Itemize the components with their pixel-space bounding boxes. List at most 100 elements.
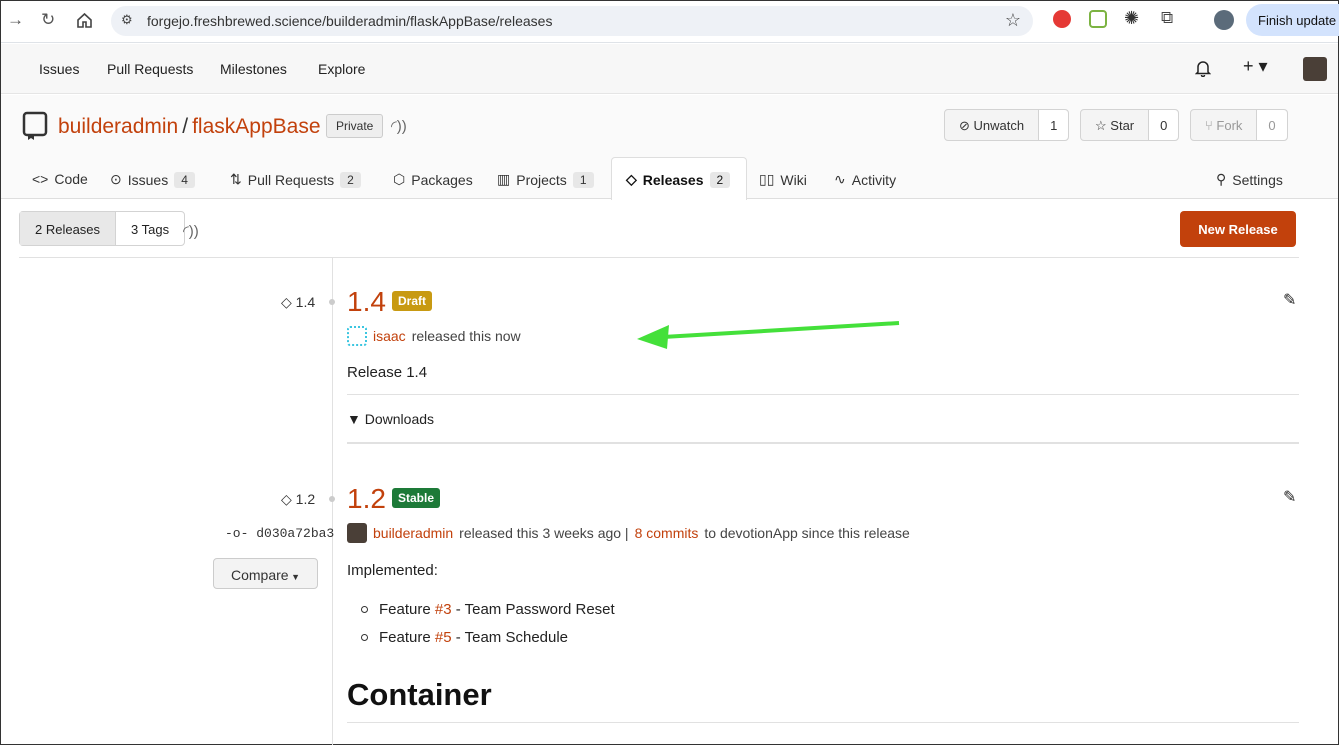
tab-issues-count: 4 — [174, 171, 195, 188]
feature-prefix: Feature — [379, 601, 431, 618]
edit-pencil-icon[interactable]: ✎ — [1283, 487, 1296, 507]
tab-releases-count: 2 — [709, 171, 731, 188]
release-tag-label[interactable]: ◇ 1.4 — [281, 294, 315, 311]
notes-divider — [347, 394, 1299, 395]
edit-pencil-icon[interactable]: ✎ — [1283, 290, 1296, 310]
isaac-avatar[interactable] — [347, 326, 367, 346]
fork-button[interactable]: ⑂ Fork 0 — [1190, 109, 1288, 141]
tag-icon: ◇ — [281, 491, 296, 507]
tab-activity-label: Activity — [851, 171, 897, 188]
compare-label: Compare — [230, 567, 289, 583]
releases-toggle[interactable]: 2 Releases — [20, 212, 117, 245]
unwatch-label: Unwatch — [973, 118, 1025, 133]
release-title[interactable]: 1.4 — [347, 286, 386, 318]
issue-link[interactable]: #5 — [435, 629, 452, 646]
feature-desc: - Team Password Reset — [455, 601, 615, 618]
private-badge: Private — [326, 114, 384, 138]
fork-count: 0 — [1257, 110, 1287, 140]
extension-gear-icon[interactable]: ✺ — [1124, 8, 1139, 29]
nav-explore[interactable]: Explore — [318, 61, 365, 77]
tab-pulls-count: 2 — [340, 171, 361, 188]
nav-milestones[interactable]: Milestones — [220, 61, 287, 77]
repo-name-link[interactable]: flaskAppBase — [192, 115, 320, 138]
notes-heading: Container — [347, 677, 492, 712]
url-text: forgejo.freshbrewed.science/builderadmin… — [147, 13, 553, 29]
extension-color-icon[interactable] — [1089, 10, 1107, 28]
project-board-icon: ▥ — [497, 171, 511, 187]
commits-suffix: to devotionApp since this release — [704, 525, 910, 541]
rss-feed-icon[interactable]: ◜)) — [391, 117, 407, 135]
tab-releases[interactable]: ◇ Releases 2 — [626, 171, 731, 188]
site-info-icon[interactable]: ⚙ — [121, 12, 133, 28]
wiki-book-icon: ▯▯ — [759, 171, 775, 187]
profile-avatar[interactable] — [1214, 10, 1234, 30]
feature-prefix: Feature — [379, 629, 431, 646]
tab-wiki-label: Wiki — [780, 171, 807, 188]
implemented-text: Implemented: — [347, 562, 438, 579]
reload-icon[interactable]: ↻ — [41, 10, 55, 30]
tab-pull-requests[interactable]: ⇅ Pull Requests 2 — [230, 171, 361, 188]
author-link[interactable]: isaac — [373, 328, 406, 344]
notification-bell-icon[interactable] — [1195, 59, 1211, 77]
repo-book-icon — [22, 111, 48, 140]
tab-projects-count: 1 — [572, 171, 594, 188]
tab-projects-label: Projects — [516, 171, 567, 188]
home-icon[interactable] — [76, 12, 93, 29]
tab-packages-label: Packages — [411, 171, 473, 188]
tab-activity[interactable]: ∿ Activity — [834, 171, 896, 188]
compare-dropdown[interactable]: Compare ▼ — [213, 558, 318, 589]
caret-down-icon: ▼ — [288, 572, 300, 582]
tab-code-label: Code — [54, 171, 88, 187]
star-button[interactable]: ☆ Star 0 — [1080, 109, 1180, 141]
release-meta: builderadmin released this 3 weeks ago |… — [347, 523, 910, 543]
commit-sha[interactable]: -o- d030a72ba3 — [225, 526, 334, 541]
author-link[interactable]: builderadmin — [373, 525, 453, 541]
tags-toggle[interactable]: 3 Tags — [116, 212, 184, 245]
forward-icon[interactable]: → — [7, 10, 24, 30]
unwatch-count: 1 — [1039, 110, 1069, 140]
commit-sha-text: d030a72ba3 — [256, 526, 335, 541]
tab-projects[interactable]: ▥ Projects 1 — [497, 171, 594, 188]
eye-slash-icon: ⊘ — [959, 118, 974, 133]
user-avatar[interactable] — [1303, 57, 1327, 81]
commits-link[interactable]: 8 commits — [635, 525, 699, 541]
extensions-puzzle-icon[interactable]: ⧉ — [1161, 8, 1173, 28]
bookmark-star-icon[interactable]: ☆ — [1005, 10, 1021, 31]
star-icon: ☆ — [1095, 118, 1111, 133]
releases-rss-icon[interactable]: ◜)) — [183, 222, 199, 240]
list-item: Feature #5 - Team Schedule — [379, 629, 568, 646]
star-label: Star — [1110, 118, 1135, 133]
extension-red-icon[interactable] — [1053, 10, 1071, 28]
nav-issues[interactable]: Issues — [39, 61, 79, 77]
list-item: Feature #3 - Team Password Reset — [379, 601, 615, 618]
finish-update-button[interactable]: Finish update — [1246, 4, 1339, 36]
create-plus-icon[interactable]: + ▾ — [1243, 56, 1268, 77]
site-navbar: Issues Pull Requests Milestones Explore … — [1, 44, 1338, 94]
tab-settings[interactable]: ⚲ Settings — [1216, 171, 1283, 188]
list-bullet — [361, 606, 368, 613]
release-title[interactable]: 1.2 — [347, 483, 386, 515]
tab-wiki[interactable]: ▯▯ Wiki — [759, 171, 807, 188]
tab-code[interactable]: <> Code — [32, 171, 88, 187]
package-box-icon: ⬡ — [393, 171, 406, 187]
settings-wrench-icon: ⚲ — [1216, 171, 1227, 187]
new-release-button[interactable]: New Release — [1180, 211, 1296, 247]
release-meta: isaac released this now — [347, 326, 521, 346]
tab-issues-label: Issues — [127, 171, 169, 188]
repo-owner-link[interactable]: builderadmin — [58, 115, 178, 138]
release-tag-name: 1.2 — [295, 491, 316, 507]
annotation-arrow — [637, 321, 900, 349]
tab-packages[interactable]: ⬡ Packages — [393, 171, 473, 188]
issue-link[interactable]: #3 — [435, 601, 452, 618]
activity-pulse-icon: ∿ — [834, 171, 846, 187]
builderadmin-avatar[interactable] — [347, 523, 367, 543]
downloads-label: Downloads — [364, 411, 435, 427]
address-bar[interactable]: ⚙ forgejo.freshbrewed.science/builderadm… — [111, 6, 1033, 36]
unwatch-button[interactable]: ⊘ Unwatch 1 — [944, 109, 1070, 141]
downloads-toggle[interactable]: ▼ Downloads — [347, 411, 434, 427]
tab-issues[interactable]: ⊙ Issues 4 — [110, 171, 195, 188]
tab-releases-label: Releases — [642, 171, 704, 188]
release-tag-label[interactable]: ◇ 1.2 — [281, 491, 315, 508]
release-notes: Release 1.4 — [347, 364, 428, 381]
nav-pull-requests[interactable]: Pull Requests — [107, 61, 193, 77]
